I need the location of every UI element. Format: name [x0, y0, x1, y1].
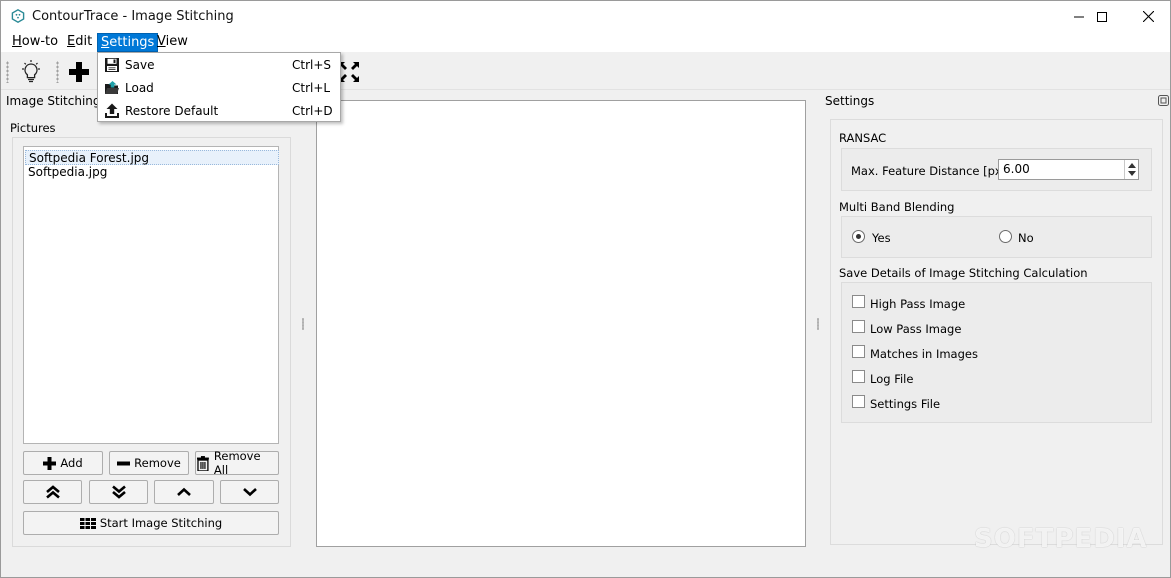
remove-button[interactable]: Remove	[109, 451, 189, 475]
left-splitter-handle[interactable]	[302, 318, 304, 330]
maximize-button[interactable]	[1079, 1, 1125, 32]
grid-icon	[79, 517, 96, 529]
app-logo-icon	[11, 9, 25, 23]
settings-file-checkbox[interactable]	[852, 395, 865, 408]
log-file-checkbox[interactable]	[852, 370, 865, 383]
menu-edit-label: dit	[75, 34, 93, 49]
menu-view-label: iew	[165, 34, 188, 49]
start-image-stitching-button[interactable]: Start Image Stitching	[23, 511, 279, 535]
add-button-label: Add	[60, 456, 83, 470]
menu-item-save[interactable]: Save Ctrl+S	[98, 54, 340, 76]
settings-file-label: Settings File	[870, 397, 941, 411]
menu-edit-mnemonic: E	[67, 34, 76, 49]
menu-item-restore-default-label: Restore Default	[125, 104, 219, 118]
blending-yes-label: Yes	[872, 231, 891, 245]
menu-view[interactable]: View	[154, 33, 191, 52]
low-pass-image-label: Low Pass Image	[870, 322, 962, 336]
spinbox-buttons	[1124, 160, 1138, 179]
trash-icon	[196, 455, 209, 471]
menu-settings-label: ettings	[109, 35, 155, 50]
toolbar-grip[interactable]	[6, 61, 9, 83]
plus-icon	[43, 456, 57, 470]
move-to-top-button[interactable]	[23, 480, 82, 504]
lightbulb-icon	[22, 60, 40, 83]
move-down-button[interactable]	[220, 480, 279, 504]
add-picture-toolbar-button[interactable]	[65, 58, 93, 86]
list-item[interactable]: Softpedia.jpg	[25, 165, 279, 180]
close-button[interactable]	[1125, 1, 1171, 32]
how-to-toolbar-button[interactable]	[17, 58, 45, 86]
matches-in-images-label: Matches in Images	[870, 347, 978, 361]
menu-item-restore-default-shortcut: Ctrl+D	[292, 104, 333, 118]
upload-icon	[105, 103, 119, 118]
menu-bar: How-to Edit Settings View	[1, 32, 1170, 52]
menu-how-to[interactable]: How-to	[9, 33, 61, 52]
blending-no-label: No	[1018, 231, 1034, 245]
remove-button-label: Remove	[134, 456, 181, 470]
remove-all-button[interactable]: Remove All	[195, 449, 279, 477]
menu-item-load-label: Load	[125, 81, 154, 95]
fullscreen-icon	[339, 62, 359, 82]
float-panel-icon[interactable]	[1158, 95, 1169, 106]
high-pass-image-checkbox[interactable]	[852, 295, 865, 308]
title-bar: ContourTrace - Image Stitching	[1, 1, 1170, 32]
matches-in-images-checkbox[interactable]	[852, 345, 865, 358]
image-preview-canvas[interactable]	[316, 100, 806, 547]
right-splitter-handle[interactable]	[817, 318, 819, 330]
move-to-bottom-button[interactable]	[89, 480, 148, 504]
window-title: ContourTrace - Image Stitching	[32, 9, 234, 24]
start-image-stitching-label: Start Image Stitching	[99, 516, 223, 530]
settings-panel-title: Settings	[825, 94, 875, 108]
menu-item-save-label: Save	[125, 58, 155, 72]
menu-item-save-shortcut: Ctrl+S	[292, 58, 332, 72]
chevron-up-icon	[177, 487, 191, 496]
image-stitching-panel-title: Image Stitching	[6, 94, 101, 108]
close-icon	[1142, 11, 1154, 22]
multi-band-blending-label: Multi Band Blending	[839, 200, 955, 214]
app-window: ContourTrace - Image Stitching How-to Ed…	[0, 0, 1171, 578]
max-feature-distance-value: 6.00	[1003, 162, 1030, 176]
menu-settings[interactable]: Settings	[97, 33, 159, 52]
chevron-down-icon	[242, 488, 257, 497]
blending-yes-radio[interactable]	[852, 230, 865, 243]
menu-how-to-mnemonic: H	[12, 34, 22, 49]
double-chevron-down-icon	[111, 485, 126, 499]
log-file-label: Log File	[870, 372, 914, 386]
double-chevron-up-icon	[45, 485, 60, 499]
ransac-label: RANSAC	[839, 131, 887, 145]
open-folder-icon	[105, 81, 119, 94]
spin-down-icon[interactable]	[1128, 171, 1136, 176]
remove-all-button-label: Remove All	[213, 449, 261, 477]
menu-item-load[interactable]: Load Ctrl+L	[98, 77, 340, 99]
save-details-label: Save Details of Image Stitching Calculat…	[839, 266, 1088, 280]
floppy-disk-icon	[105, 58, 119, 72]
add-button[interactable]: Add	[23, 451, 103, 475]
menu-edit[interactable]: Edit	[64, 33, 95, 52]
plus-icon	[69, 62, 89, 82]
max-feature-distance-spinbox[interactable]: 6.00	[998, 159, 1139, 180]
pictures-list[interactable]: Softpedia Forest.jpg Softpedia.jpg	[23, 146, 279, 444]
menu-item-load-shortcut: Ctrl+L	[292, 81, 331, 95]
maximize-icon	[1097, 11, 1107, 22]
max-feature-distance-label: Max. Feature Distance [px]:	[851, 164, 1011, 178]
menu-item-restore-default[interactable]: Restore Default Ctrl+D	[98, 100, 340, 122]
settings-dropdown-menu: Save Ctrl+S Load Ctrl+L Restore Default …	[97, 52, 341, 122]
toolbar-grip-2[interactable]	[56, 61, 59, 83]
pictures-label: Pictures	[10, 121, 56, 135]
menu-how-to-label: ow-to	[21, 34, 59, 49]
high-pass-image-label: High Pass Image	[870, 297, 966, 311]
list-item[interactable]: Softpedia Forest.jpg	[25, 150, 279, 165]
low-pass-image-checkbox[interactable]	[852, 320, 865, 333]
menu-view-mnemonic: V	[157, 34, 166, 49]
softpedia-watermark: SOFTPEDIA	[974, 524, 1148, 554]
minus-icon	[117, 461, 131, 465]
blending-no-radio[interactable]	[999, 230, 1012, 243]
spin-up-icon[interactable]	[1128, 163, 1136, 168]
move-up-button[interactable]	[154, 480, 214, 504]
